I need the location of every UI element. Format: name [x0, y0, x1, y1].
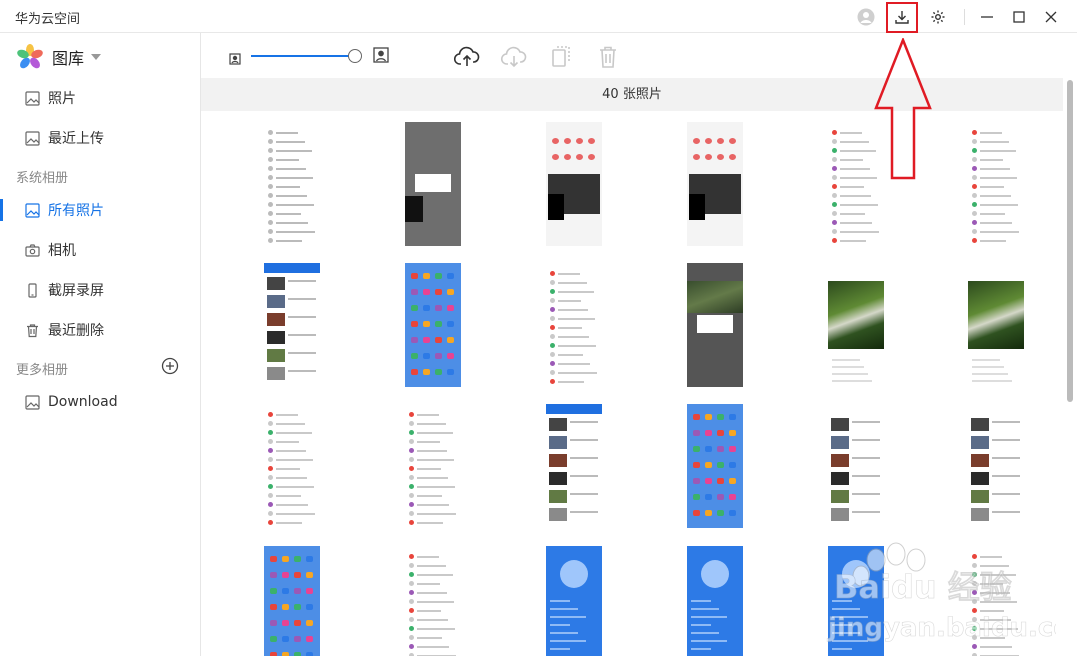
add-album-icon[interactable] — [161, 357, 179, 375]
camera-icon — [24, 242, 40, 258]
sidebar-item-label: 照片 — [48, 91, 76, 107]
upload-icon[interactable] — [453, 43, 481, 71]
photo-thumbnail[interactable] — [546, 263, 602, 387]
photo-thumbnail[interactable] — [546, 122, 602, 246]
cloud-download-icon[interactable] — [500, 43, 528, 71]
sidebar-item-label: 截屏录屏 — [48, 283, 104, 299]
gear-icon[interactable] — [925, 4, 951, 30]
zoom-slider-handle[interactable] — [348, 49, 362, 63]
sidebar-item-download[interactable]: Download — [0, 383, 200, 421]
gallery-label: 图库 — [52, 49, 85, 68]
photo-thumbnail[interactable] — [828, 404, 884, 528]
sidebar-item-label: 所有照片 — [48, 203, 104, 219]
photo-thumbnail[interactable] — [968, 263, 1024, 387]
toolbar — [201, 33, 1077, 78]
sidebar-item-camera[interactable]: 相机 — [0, 231, 200, 269]
zoom-in-icon[interactable] — [373, 47, 389, 67]
watermark-brand: Baidu 经验 — [834, 568, 1012, 606]
sidebar-item-label: 最近删除 — [48, 323, 104, 339]
zoom-out-icon[interactable] — [229, 50, 241, 69]
sidebar-item-label: 相机 — [48, 243, 76, 259]
photo-thumbnail[interactable] — [968, 404, 1024, 528]
app-window: 华为云空间 图库 照片 最近上传 系统相册 所有照片 相机 截屏录屏 最近删除 … — [0, 0, 1077, 656]
photo-thumbnail[interactable] — [968, 122, 1024, 246]
photo-thumbnail[interactable] — [687, 263, 743, 387]
sidebar-item-label: 最近上传 — [48, 131, 104, 147]
photo-thumbnail[interactable] — [687, 546, 743, 656]
photo-thumbnail[interactable] — [546, 546, 602, 656]
watermark-site: jingyan.baidu.com — [827, 613, 1056, 643]
maximize-icon[interactable] — [1006, 4, 1032, 30]
image-icon — [24, 394, 40, 410]
sidebar-item-recent-uploads[interactable]: 最近上传 — [0, 119, 200, 157]
gallery-logo-icon — [17, 44, 43, 69]
grid-scrollbar[interactable] — [1063, 78, 1077, 656]
photo-thumbnail[interactable] — [264, 263, 320, 387]
photo-count-label: 40 张照片 — [602, 87, 662, 102]
sidebar-item-all-photos[interactable]: 所有照片 — [0, 191, 200, 229]
photo-thumbnail[interactable] — [405, 404, 461, 528]
image-icon — [24, 202, 40, 218]
image-icon — [24, 130, 40, 146]
trash-icon — [24, 322, 40, 338]
photo-thumbnail[interactable] — [264, 404, 320, 528]
gallery-switcher[interactable]: 图库 — [16, 43, 102, 71]
zoom-slider-track[interactable] — [251, 55, 355, 57]
baidu-watermark: Baidu 经验 jingyan.baidu.com — [827, 542, 1056, 643]
avatar[interactable] — [853, 4, 879, 30]
sidebar-item-label: Download — [48, 394, 118, 410]
sidebar-item-screenshots[interactable]: 截屏录屏 — [0, 271, 200, 309]
title-separator — [964, 9, 965, 25]
chevron-down-icon — [91, 54, 102, 60]
photo-thumbnail[interactable] — [687, 122, 743, 246]
copy-icon[interactable] — [547, 43, 575, 71]
photo-thumbnail[interactable] — [546, 404, 602, 528]
section-system-albums: 系统相册 — [16, 171, 69, 186]
annotation-arrow-icon — [874, 38, 932, 180]
trash-icon[interactable] — [594, 43, 622, 71]
phone-icon — [24, 282, 40, 298]
section-more-albums: 更多相册 — [16, 363, 69, 378]
sidebar: 图库 照片 最近上传 系统相册 所有照片 相机 截屏录屏 最近删除 更多相册 D… — [0, 33, 201, 656]
photo-thumbnail[interactable] — [405, 122, 461, 246]
annotation-highlight-box — [886, 2, 918, 33]
photo-thumbnail[interactable] — [264, 546, 320, 656]
sidebar-item-recently-deleted[interactable]: 最近删除 — [0, 311, 200, 349]
app-title: 华为云空间 — [15, 12, 81, 27]
minimize-icon[interactable] — [974, 4, 1000, 30]
photo-thumbnail[interactable] — [405, 263, 461, 387]
sidebar-item-photos[interactable]: 照片 — [0, 79, 200, 117]
photo-thumbnail[interactable] — [828, 263, 884, 387]
close-icon[interactable] — [1038, 4, 1064, 30]
scrollbar-thumb[interactable] — [1067, 80, 1073, 402]
image-icon — [24, 90, 40, 106]
photo-thumbnail[interactable] — [264, 122, 320, 246]
photo-thumbnail[interactable] — [687, 404, 743, 528]
photo-thumbnail[interactable] — [405, 546, 461, 656]
